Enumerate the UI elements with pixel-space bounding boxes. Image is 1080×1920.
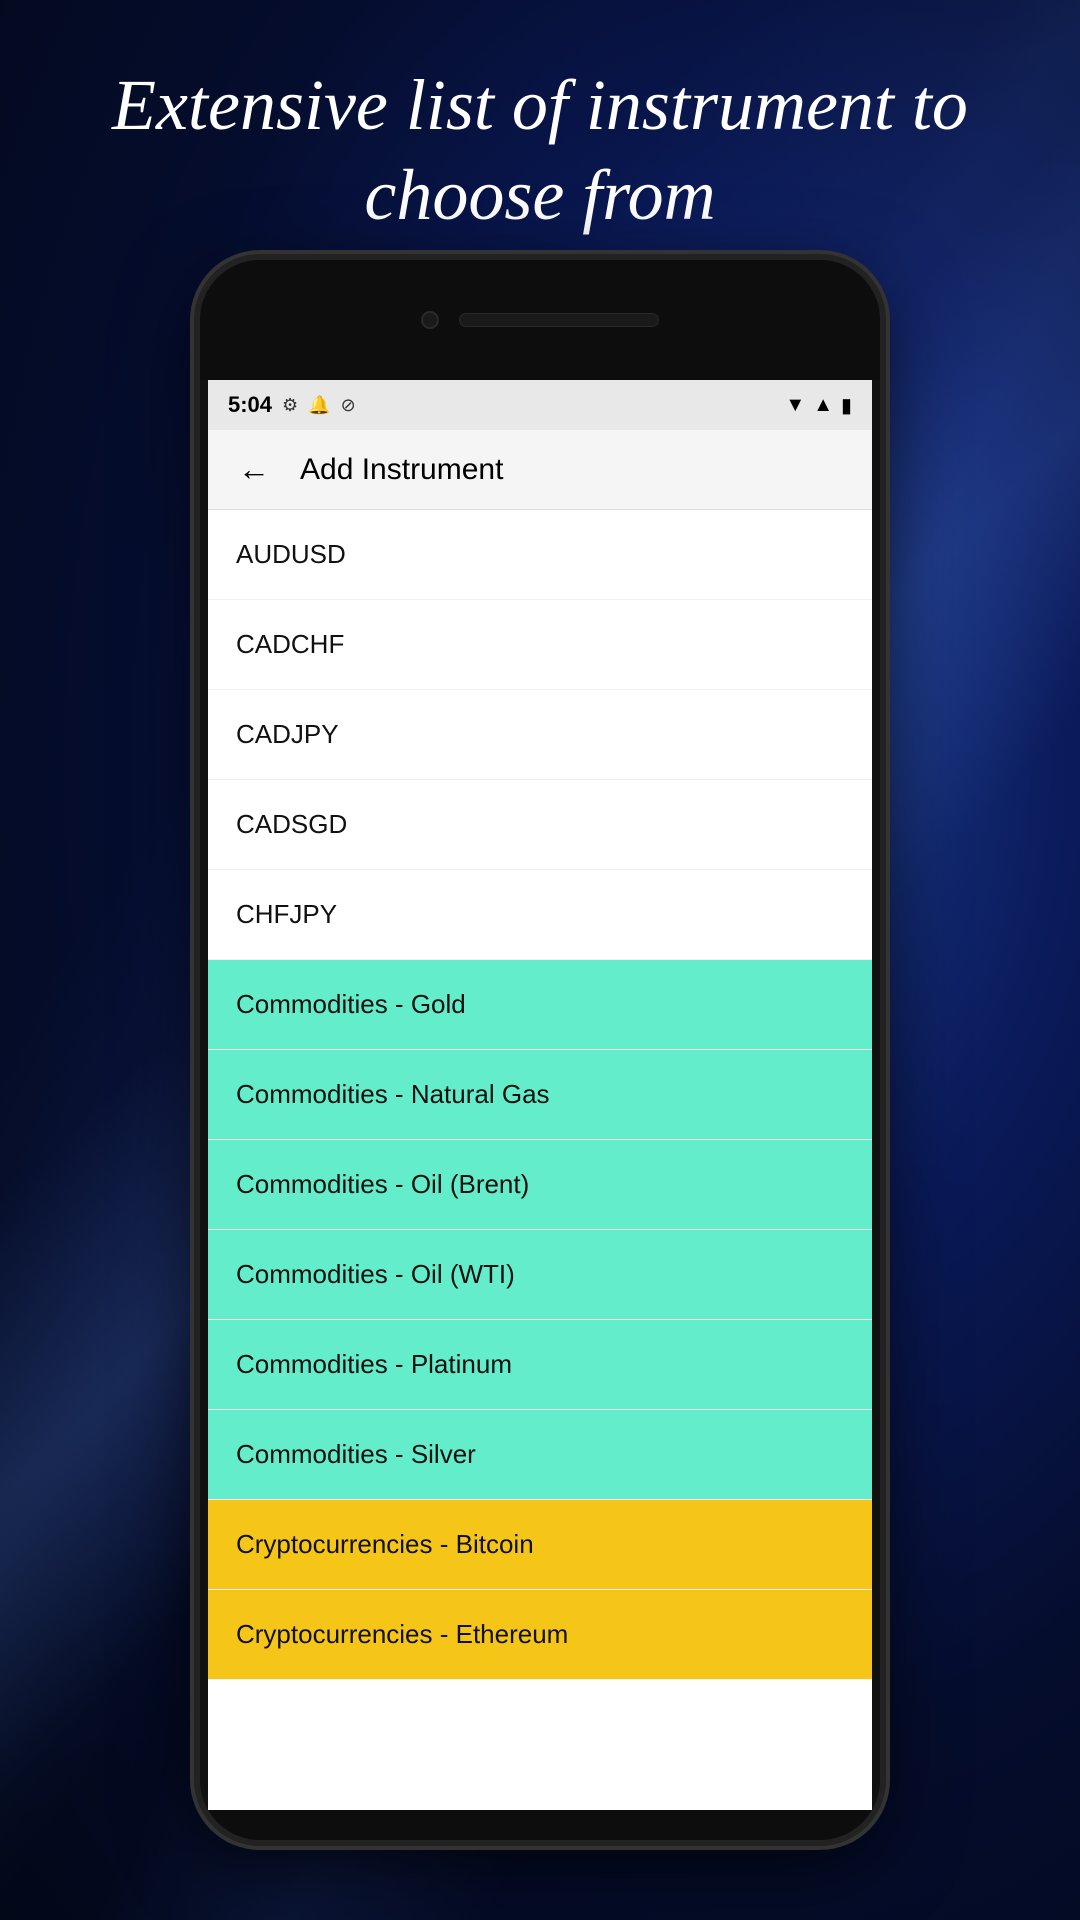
list-item-text: CADJPY xyxy=(236,719,339,750)
list-item-text: Commodities - Gold xyxy=(236,989,466,1020)
instrument-list: AUDUSD CADCHF CADJPY CADSGD CHFJPY Commoditie… xyxy=(208,510,872,1810)
list-item[interactable]: Commodities - Natural Gas xyxy=(208,1050,872,1140)
battery-icon: ▮ xyxy=(841,393,852,418)
list-item[interactable]: Cryptocurrencies - Bitcoin xyxy=(208,1500,872,1590)
list-item-text: Cryptocurrencies - Ethereum xyxy=(236,1619,568,1650)
list-item[interactable]: Commodities - Silver xyxy=(208,1410,872,1500)
phone-shell: 5:04 ⚙ 🔔 ⊘ ▼ ▲ ▮ ← Add Instrument AUDUSD… xyxy=(200,260,880,1840)
list-item-text: Commodities - Silver xyxy=(236,1439,476,1470)
list-item[interactable]: Commodities - Oil (WTI) xyxy=(208,1230,872,1320)
list-item[interactable]: Cryptocurrencies - Ethereum xyxy=(208,1590,872,1680)
list-item[interactable]: CADSGD xyxy=(208,780,872,870)
notification-icon: 🔔 xyxy=(308,395,330,416)
list-item-text: CADCHF xyxy=(236,629,344,660)
list-item[interactable]: CADCHF xyxy=(208,600,872,690)
list-item[interactable]: CADJPY xyxy=(208,690,872,780)
wifi-icon: ▼ xyxy=(785,394,805,417)
settings-icon: ⚙ xyxy=(282,395,298,416)
phone-screen: 5:04 ⚙ 🔔 ⊘ ▼ ▲ ▮ ← Add Instrument AUDUSD… xyxy=(208,380,872,1810)
list-item-text: Commodities - Platinum xyxy=(236,1349,512,1380)
list-item-text: CHFJPY xyxy=(236,899,337,930)
list-item-text: Cryptocurrencies - Bitcoin xyxy=(236,1529,534,1560)
dnd-icon: ⊘ xyxy=(341,395,356,416)
list-item-text: Commodities - Oil (WTI) xyxy=(236,1259,515,1290)
status-bar: 5:04 ⚙ 🔔 ⊘ ▼ ▲ ▮ xyxy=(208,380,872,430)
list-item[interactable]: Commodities - Oil (Brent) xyxy=(208,1140,872,1230)
tagline-text: Extensive list of instrument to choose f… xyxy=(60,60,1020,240)
phone-bottom xyxy=(200,1810,880,1840)
status-icons: ⚙ 🔔 ⊘ xyxy=(282,395,356,416)
status-time: 5:04 xyxy=(228,392,272,418)
app-bar-title: Add Instrument xyxy=(300,453,503,487)
status-right-icons: ▼ ▲ ▮ xyxy=(785,393,852,418)
list-item-text: Commodities - Natural Gas xyxy=(236,1079,550,1110)
list-item-text: Commodities - Oil (Brent) xyxy=(236,1169,529,1200)
front-camera xyxy=(421,311,439,329)
list-item-text: AUDUSD xyxy=(236,539,346,570)
list-item-text: CADSGD xyxy=(236,809,347,840)
app-bar: ← Add Instrument xyxy=(208,430,872,510)
tagline-section: Extensive list of instrument to choose f… xyxy=(0,60,1080,240)
list-item[interactable]: Commodities - Gold xyxy=(208,960,872,1050)
signal-icon: ▲ xyxy=(813,394,833,417)
speaker-bar xyxy=(459,313,659,327)
list-item[interactable]: CHFJPY xyxy=(208,870,872,960)
phone-top xyxy=(200,260,880,380)
list-item[interactable]: AUDUSD xyxy=(208,510,872,600)
list-item[interactable]: Commodities - Platinum xyxy=(208,1320,872,1410)
back-button[interactable]: ← xyxy=(228,441,280,498)
